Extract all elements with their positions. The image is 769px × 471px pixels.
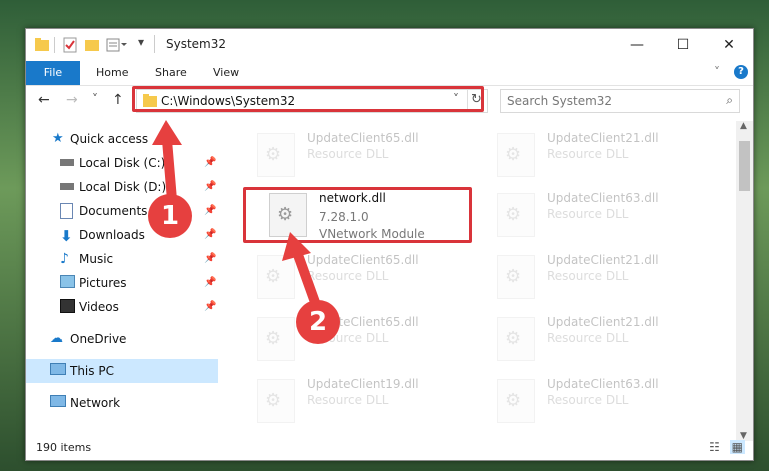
step-1-badge: 1 (148, 194, 192, 238)
arrow-1 (152, 120, 182, 205)
arrow-2 (282, 232, 321, 310)
step-2-badge: 2 (296, 300, 340, 344)
annotation-layer (152, 120, 321, 310)
